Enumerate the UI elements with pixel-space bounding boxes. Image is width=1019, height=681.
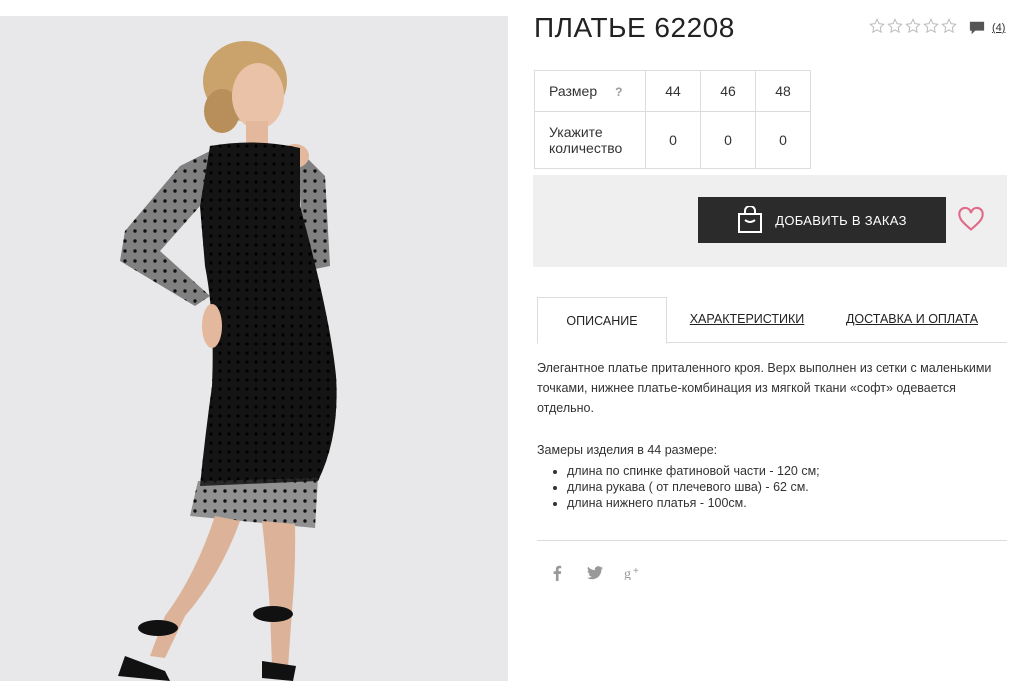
star-icon[interactable] [869,18,885,34]
reviews-link-group[interactable]: (4) [968,20,1005,36]
size-cell[interactable]: 46 [700,70,756,112]
size-label-cell: Размер? [534,70,646,112]
dress-model-image [0,16,508,681]
tab-characteristics[interactable]: ХАРАКТЕРИСТИКИ [677,297,817,341]
add-to-order-button[interactable]: ДОБАВИТЬ В ЗАКАЗ [698,197,946,243]
order-panel: ДОБАВИТЬ В ЗАКАЗ [533,175,1007,267]
svg-text:+: + [633,566,639,577]
google-plus-icon[interactable]: g + [624,564,642,582]
measures-title: Замеры изделия в 44 размере: [537,443,718,457]
quantity-label: Укажите количество [534,111,646,169]
shopping-bag-icon [738,206,763,233]
size-row: Размер? 44 46 48 [534,70,811,112]
size-label: Размер [549,83,598,99]
divider [537,540,1007,541]
tab-description[interactable]: ОПИСАНИЕ [537,297,667,344]
size-cell[interactable]: 44 [645,70,701,112]
svg-text:g: g [624,567,631,580]
list-item: длина рукава ( от плечевого шва) - 62 см… [567,479,820,495]
heart-icon[interactable] [957,205,985,233]
tab-delivery[interactable]: ДОСТАВКА И ОПЛАТА [837,297,987,341]
size-cell[interactable]: 48 [755,70,811,112]
description-text: Элегантное платье приталенного кроя. Вер… [537,361,992,415]
list-item: длина по спинке фатиновой части - 120 см… [567,463,820,479]
product-tabs: ОПИСАНИЕ ХАРАКТЕРИСТИКИ ДОСТАВКА И ОПЛАТ… [537,297,1007,344]
quantity-row: Укажите количество 0 0 0 [534,111,811,169]
size-table: Размер? 44 46 48 Укажите количество 0 0 … [534,70,811,169]
reviews-count-link[interactable]: (4) [992,22,1005,34]
star-icon[interactable] [941,18,957,34]
comment-icon [969,21,985,35]
rating-stars[interactable] [869,18,957,34]
size-help-icon[interactable]: ? [615,85,622,99]
star-icon[interactable] [923,18,939,34]
quantity-input[interactable]: 0 [755,111,811,169]
quantity-input[interactable]: 0 [700,111,756,169]
description-block: Элегантное платье приталенного кроя. Вер… [537,358,1007,418]
twitter-icon[interactable] [586,564,604,582]
facebook-icon[interactable] [548,564,566,582]
measures-list: длина по спинке фатиновой части - 120 см… [553,463,820,511]
star-icon[interactable] [887,18,903,34]
quantity-input[interactable]: 0 [645,111,701,169]
add-to-order-label: ДОБАВИТЬ В ЗАКАЗ [775,212,907,228]
product-photo[interactable] [0,16,508,681]
list-item: длина нижнего платья - 100см. [567,495,820,511]
product-title: ПЛАТЬЕ 62208 [534,12,735,43]
star-icon[interactable] [905,18,921,34]
social-share: g + [548,564,642,582]
